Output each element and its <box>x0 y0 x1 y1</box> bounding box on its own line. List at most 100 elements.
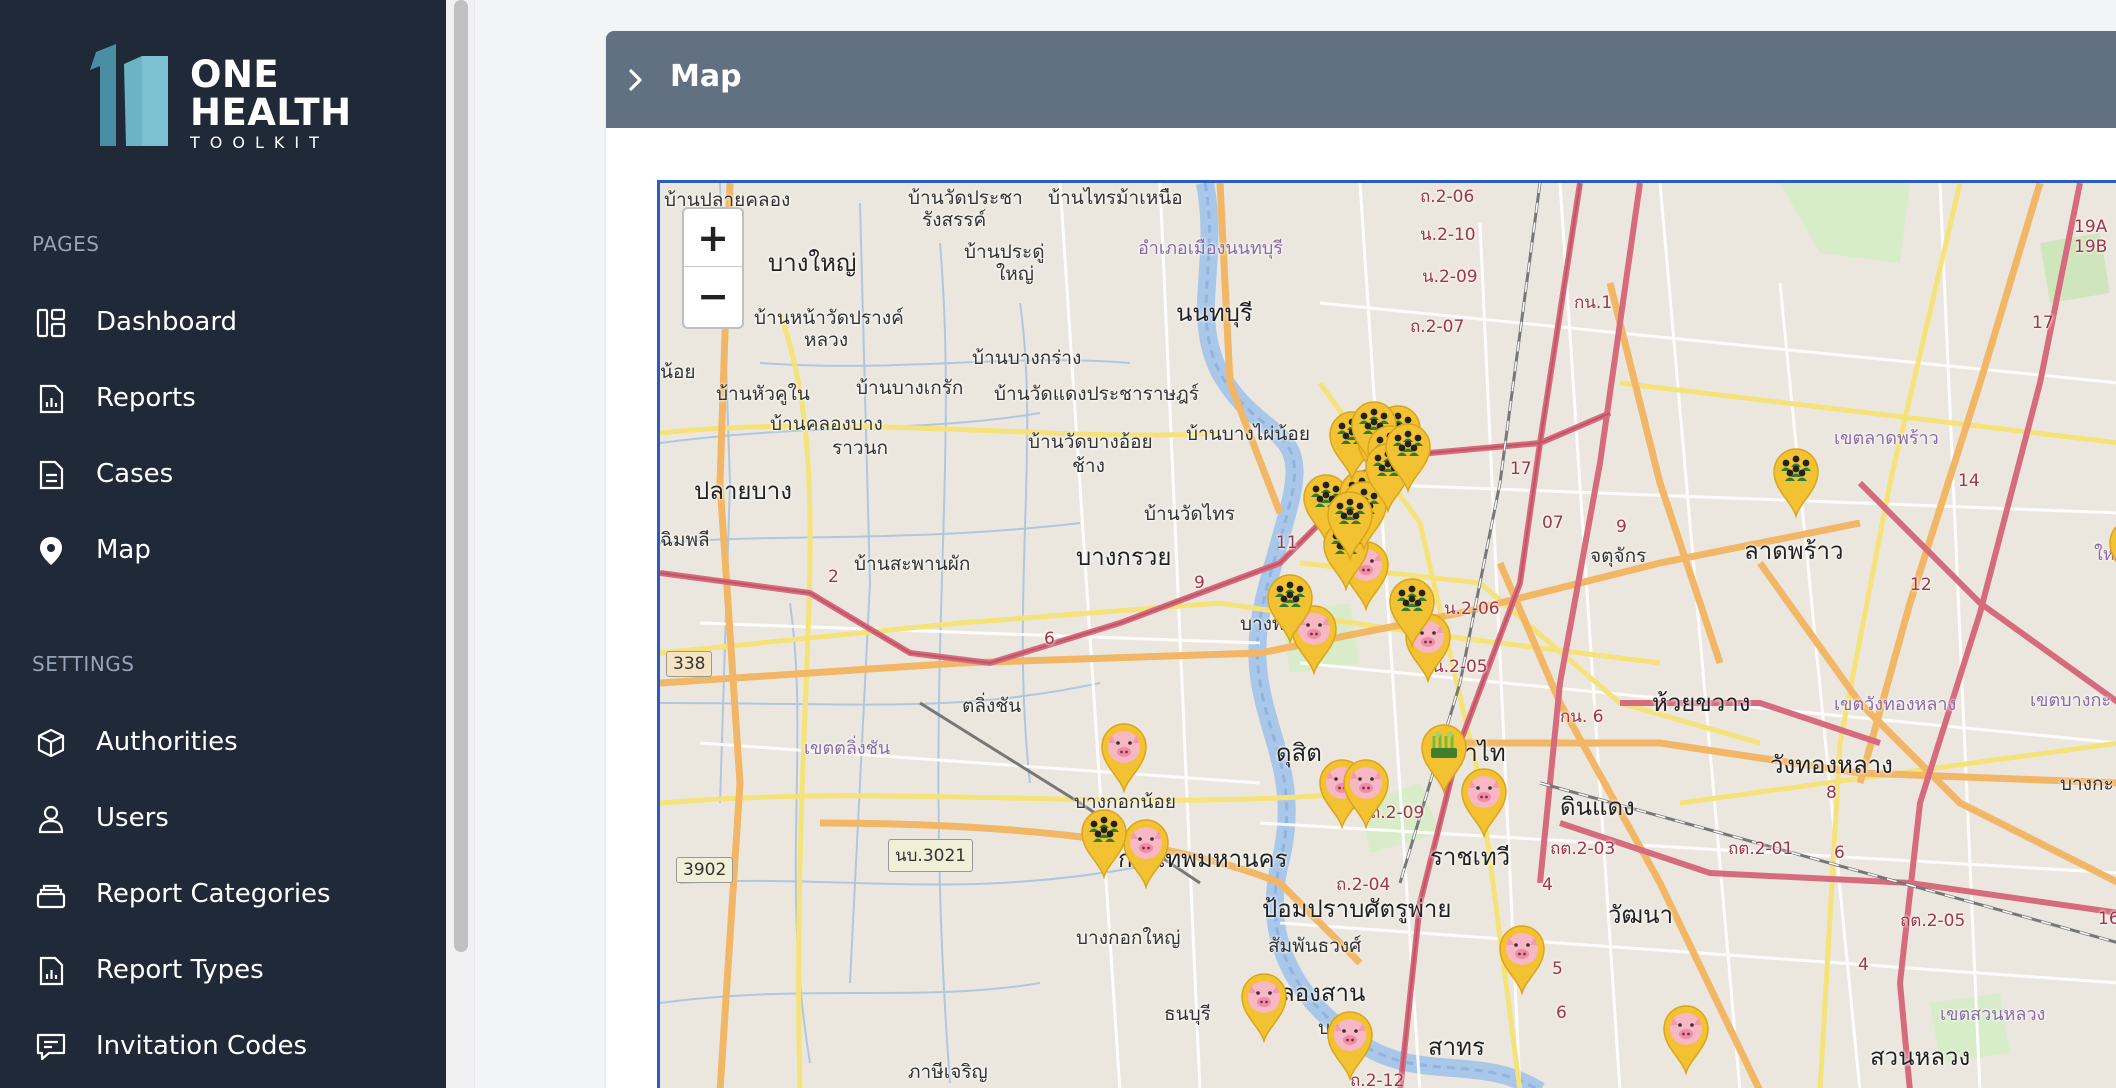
route-shield: 3902 <box>676 857 734 883</box>
route-number: 11 <box>1276 533 1298 553</box>
pig-report-marker[interactable] <box>1340 757 1392 830</box>
place-label: อำเภอเมืองนนทบุรี <box>1138 238 1283 259</box>
map-view[interactable]: + − บ้านปลายคลอง บ้านวัดประชา รังสรรค์ บ… <box>657 180 2116 1088</box>
pig-report-marker[interactable] <box>1660 1003 1712 1076</box>
route-number: 17 <box>1510 459 1532 479</box>
sidebar-item-map[interactable]: Map <box>0 518 446 582</box>
place-label: บางกรวย <box>1076 543 1172 571</box>
place-label: เขตลาดพร้าว <box>1834 428 1939 449</box>
route-number: 4 <box>1858 955 1869 975</box>
pages-section-label: PAGES <box>32 232 100 256</box>
place-label: รังสรรค์ <box>922 209 987 231</box>
route-number: 9 <box>1616 517 1627 537</box>
place-label: บ้านหัวคูใน <box>716 383 810 405</box>
sidebar-item-reports[interactable]: Reports <box>0 366 446 430</box>
zoom-in-button[interactable]: + <box>684 209 742 267</box>
place-label: บ้านบางไผ่น้อย <box>1186 423 1310 445</box>
road-label: ถ.2-06 <box>1420 187 1475 207</box>
brand-name: ONE HEALTH TOOLKIT <box>190 56 352 154</box>
pig-report-marker[interactable] <box>1496 923 1548 996</box>
people-report-marker[interactable] <box>2106 517 2116 589</box>
route-number: 6 <box>1556 1003 1567 1023</box>
sidebar-item-label: Cases <box>96 459 174 489</box>
crop-report-marker[interactable] <box>1418 722 1470 795</box>
pig-report-marker[interactable] <box>1238 971 1290 1044</box>
sidebar-item-report-types[interactable]: Report Types <box>0 938 446 1002</box>
brand-line-3: TOOLKIT <box>190 133 329 152</box>
place-label: ลาดพร้าว <box>1744 537 1844 565</box>
place-label: ห้วยขวาง <box>1652 689 1751 717</box>
sidebar-item-label: Dashboard <box>96 307 238 337</box>
sidebar-item-label: Invitation Codes <box>96 1031 308 1061</box>
route-number: 14 <box>1958 471 1980 491</box>
route-number: 12 <box>1910 575 1932 595</box>
road-label: น.2-09 <box>1422 267 1478 287</box>
place-label: ช้าง <box>1072 455 1105 477</box>
place-label: ใหญ่ <box>996 263 1034 285</box>
map-zoom-control: + − <box>682 207 744 329</box>
place-label: วังทองหลาง <box>1770 751 1893 779</box>
place-label: บ้านวัดไทร <box>1144 503 1236 525</box>
people-report-marker[interactable] <box>1264 572 1316 645</box>
place-label: เขตตลิ่งชัน <box>804 738 891 759</box>
place-label: เขตบางกะ <box>2030 690 2112 711</box>
sidebar-item-invitation-codes[interactable]: Invitation Codes <box>0 1014 446 1078</box>
sidebar-item-report-categories[interactable]: Report Categories <box>0 862 446 926</box>
route-number: 9 <box>1194 573 1205 593</box>
place-label: ฉิมพลี <box>660 529 710 551</box>
pig-report-marker[interactable] <box>1098 721 1150 794</box>
map-panel-header[interactable]: Map <box>606 31 2116 128</box>
zoom-out-button[interactable]: − <box>684 267 742 325</box>
dashboard-icon <box>36 308 66 338</box>
people-report-marker[interactable] <box>1770 446 1822 519</box>
route-number: 16 <box>2098 909 2116 929</box>
stack-icon <box>36 880 66 910</box>
sidebar-item-label: Report Types <box>96 955 264 985</box>
map-pin-icon <box>36 536 66 566</box>
road-label: ถต.2-03 <box>1550 839 1616 859</box>
place-label: บางกะ <box>2060 773 2114 795</box>
place-label: วัฒนา <box>1608 901 1674 929</box>
place-label: เขตสวนหลวง <box>1940 1004 2046 1025</box>
road-label: 19A <box>2074 217 2108 237</box>
settings-section-label: SETTINGS <box>32 652 135 676</box>
place-label: สาทร <box>1428 1033 1485 1061</box>
route-number: 2 <box>828 567 839 587</box>
map-panel-title: Map <box>670 59 742 94</box>
chevron-right-icon[interactable] <box>620 65 650 99</box>
road-label: ถ.2-04 <box>1336 875 1391 895</box>
sidebar: ONE HEALTH TOOLKIT PAGES Dashboard Repor… <box>0 0 446 1088</box>
place-label: ปลายบาง <box>694 477 792 505</box>
place-label: บ้านบางเกรัก <box>856 377 964 399</box>
sidebar-item-users[interactable]: Users <box>0 786 446 850</box>
sidebar-item-cases[interactable]: Cases <box>0 442 446 506</box>
sidebar-item-label: Users <box>96 803 169 833</box>
sidebar-item-authorities[interactable]: Authorities <box>0 710 446 774</box>
document-icon <box>36 460 66 490</box>
people-report-marker[interactable] <box>1386 576 1438 649</box>
sidebar-item-dashboard[interactable]: Dashboard <box>0 290 446 354</box>
report-chart-icon <box>36 956 66 986</box>
place-label: บางกอกใหญ่ <box>1076 927 1181 949</box>
place-label: ดินแดง <box>1560 793 1635 821</box>
brand-line-1: ONE <box>190 53 280 96</box>
place-label: บ้านสะพานผัก <box>854 553 971 575</box>
people-report-marker[interactable] <box>1078 807 1130 880</box>
place-label: บ้านปลายคลอง <box>664 189 791 211</box>
brand-logo[interactable]: ONE HEALTH TOOLKIT <box>90 44 352 154</box>
road-label: ถ.2-07 <box>1410 317 1465 337</box>
place-label: บางใหญ่ <box>768 249 857 277</box>
place-label: จตุจักร <box>1590 545 1647 567</box>
people-report-marker[interactable] <box>1382 421 1434 494</box>
road-label: กน.1 <box>1574 293 1613 313</box>
place-label: เขตวังทองหลาง <box>1834 694 1957 715</box>
sidebar-item-label: Authorities <box>96 727 238 757</box>
place-label: ธนบุรี <box>1164 1003 1211 1025</box>
pig-report-marker[interactable] <box>1324 1009 1376 1082</box>
sidebar-scrollbar-thumb[interactable] <box>454 0 468 952</box>
place-label: หลวง <box>804 329 849 351</box>
place-label: ภาษีเจริญ <box>908 1061 988 1083</box>
route-number: 07 <box>1542 513 1564 533</box>
place-label: ดุสิต <box>1276 739 1322 767</box>
sidebar-item-label: Map <box>96 535 151 565</box>
